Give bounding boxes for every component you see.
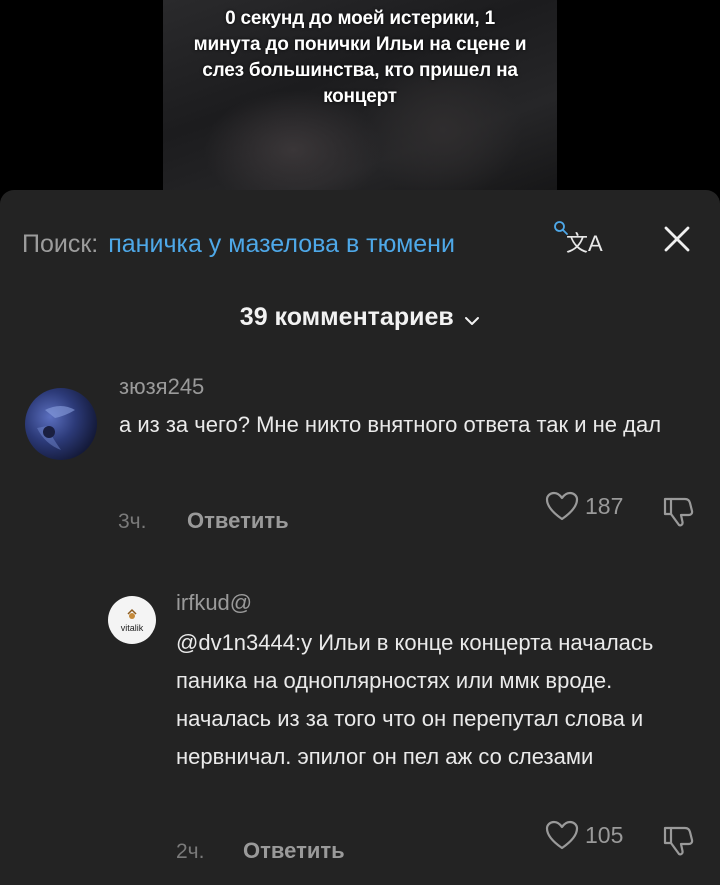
reply-button[interactable]: Ответить	[243, 838, 345, 864]
search-query-link[interactable]: паничка у мазелова в тюмени	[108, 230, 455, 259]
comments-count: 39 комментариев	[239, 303, 454, 331]
heart-icon	[545, 491, 579, 521]
avatar-art	[127, 608, 137, 619]
reply-button[interactable]: Ответить	[187, 508, 289, 534]
translate-icon[interactable]: 文A	[566, 226, 603, 258]
search-suggestion[interactable]: Поиск: паничка у мазелова в тюмени	[22, 226, 455, 262]
avatar-art	[37, 406, 75, 450]
comment-text: @dv1n3444:у Ильи в конце концерта начала…	[176, 630, 654, 769]
dislike-icon[interactable]	[661, 824, 695, 858]
chevron-down-icon	[465, 316, 480, 325]
comment-text: а из за чего? Мне никто внятного ответа …	[119, 412, 662, 437]
heart-icon	[545, 820, 579, 850]
avatar[interactable]: vitalik	[108, 596, 156, 644]
avatar[interactable]	[25, 388, 97, 460]
comment-username[interactable]: irfkud@	[176, 590, 252, 616]
comments-count-toggle[interactable]: 39 комментариев	[0, 303, 720, 332]
like-button[interactable]: 105	[545, 820, 623, 850]
comment-item: vitalik irfkud@ @dv1n3444:у Ильи в конце…	[0, 590, 720, 880]
avatar-text: vitalik	[120, 623, 144, 633]
search-label: Поиск:	[22, 229, 99, 258]
comments-sheet: Поиск: паничка у мазелова в тюмени 文A 39…	[0, 190, 720, 885]
close-icon[interactable]	[662, 224, 692, 254]
comment-time: 3ч.	[118, 510, 147, 533]
video-preview[interactable]: 0 секунд до моей истерики, 1 минута до п…	[163, 0, 557, 200]
like-button[interactable]: 187	[545, 491, 623, 521]
comment-item: зюзя245 а из за чего? Мне никто внятного…	[0, 374, 720, 550]
like-count: 187	[585, 492, 624, 519]
dislike-icon[interactable]	[661, 495, 695, 529]
comment-time: 2ч.	[176, 840, 205, 863]
comment-username[interactable]: зюзя245	[119, 374, 204, 400]
video-caption: 0 секунд до моей истерики, 1 минута до п…	[193, 8, 527, 107]
like-count: 105	[585, 821, 624, 848]
